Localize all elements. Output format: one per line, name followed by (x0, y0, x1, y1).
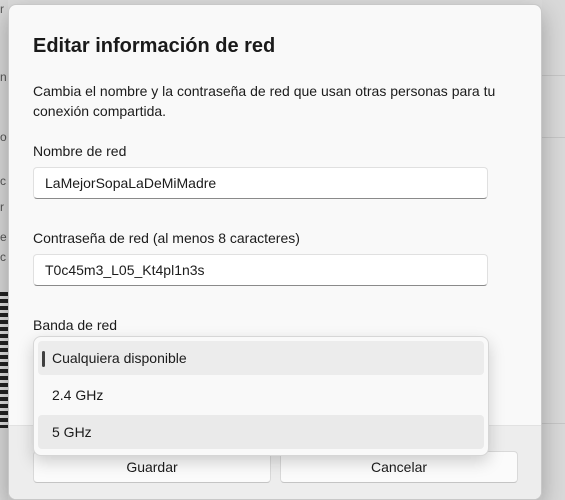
background-divider (542, 75, 565, 76)
band-option-label: 2.4 GHz (52, 387, 104, 403)
network-band-dropdown-list: Cualquiera disponible 2.4 GHz 5 GHz (33, 336, 489, 456)
band-option-label: 5 GHz (52, 424, 92, 440)
dialog-description: Cambia el nombre y la contraseña de red … (33, 83, 496, 119)
band-option-5ghz[interactable]: 5 GHz (38, 415, 484, 449)
background-text-fragment: e (0, 230, 7, 244)
background-text-fragment: r r… (0, 2, 8, 16)
network-name-input[interactable]: LaMejorSopaLaDeMiMadre (33, 167, 488, 199)
network-password-label: Contraseña de red (al menos 8 caracteres… (33, 230, 300, 246)
background-text-fragment: c (0, 250, 6, 264)
edit-network-dialog: Editar información de red Cambia el nomb… (8, 4, 542, 500)
network-name-label: Nombre de red (33, 143, 127, 159)
selected-indicator (42, 351, 45, 367)
dialog-title: Editar información de red (33, 35, 276, 57)
band-option-any[interactable]: Cualquiera disponible (38, 341, 484, 375)
qr-code-image (0, 292, 8, 428)
network-name-value: LaMejorSopaLaDeMiMadre (45, 175, 217, 191)
background-divider (542, 423, 565, 424)
band-option-2-4ghz[interactable]: 2.4 GHz (38, 378, 484, 412)
background-text-fragment: c (0, 174, 6, 188)
network-password-value: T0c45m3_L05_Kt4pl1n3s (45, 262, 205, 278)
network-password-input[interactable]: T0c45m3_L05_Kt4pl1n3s (33, 254, 488, 286)
band-option-label: Cualquiera disponible (52, 350, 187, 366)
background-text-fragment: o (0, 130, 7, 144)
background-text-fragment: n (0, 70, 7, 84)
background-divider (542, 137, 565, 138)
network-band-label: Banda de red (33, 317, 118, 333)
background-text-fragment: r (0, 200, 4, 214)
